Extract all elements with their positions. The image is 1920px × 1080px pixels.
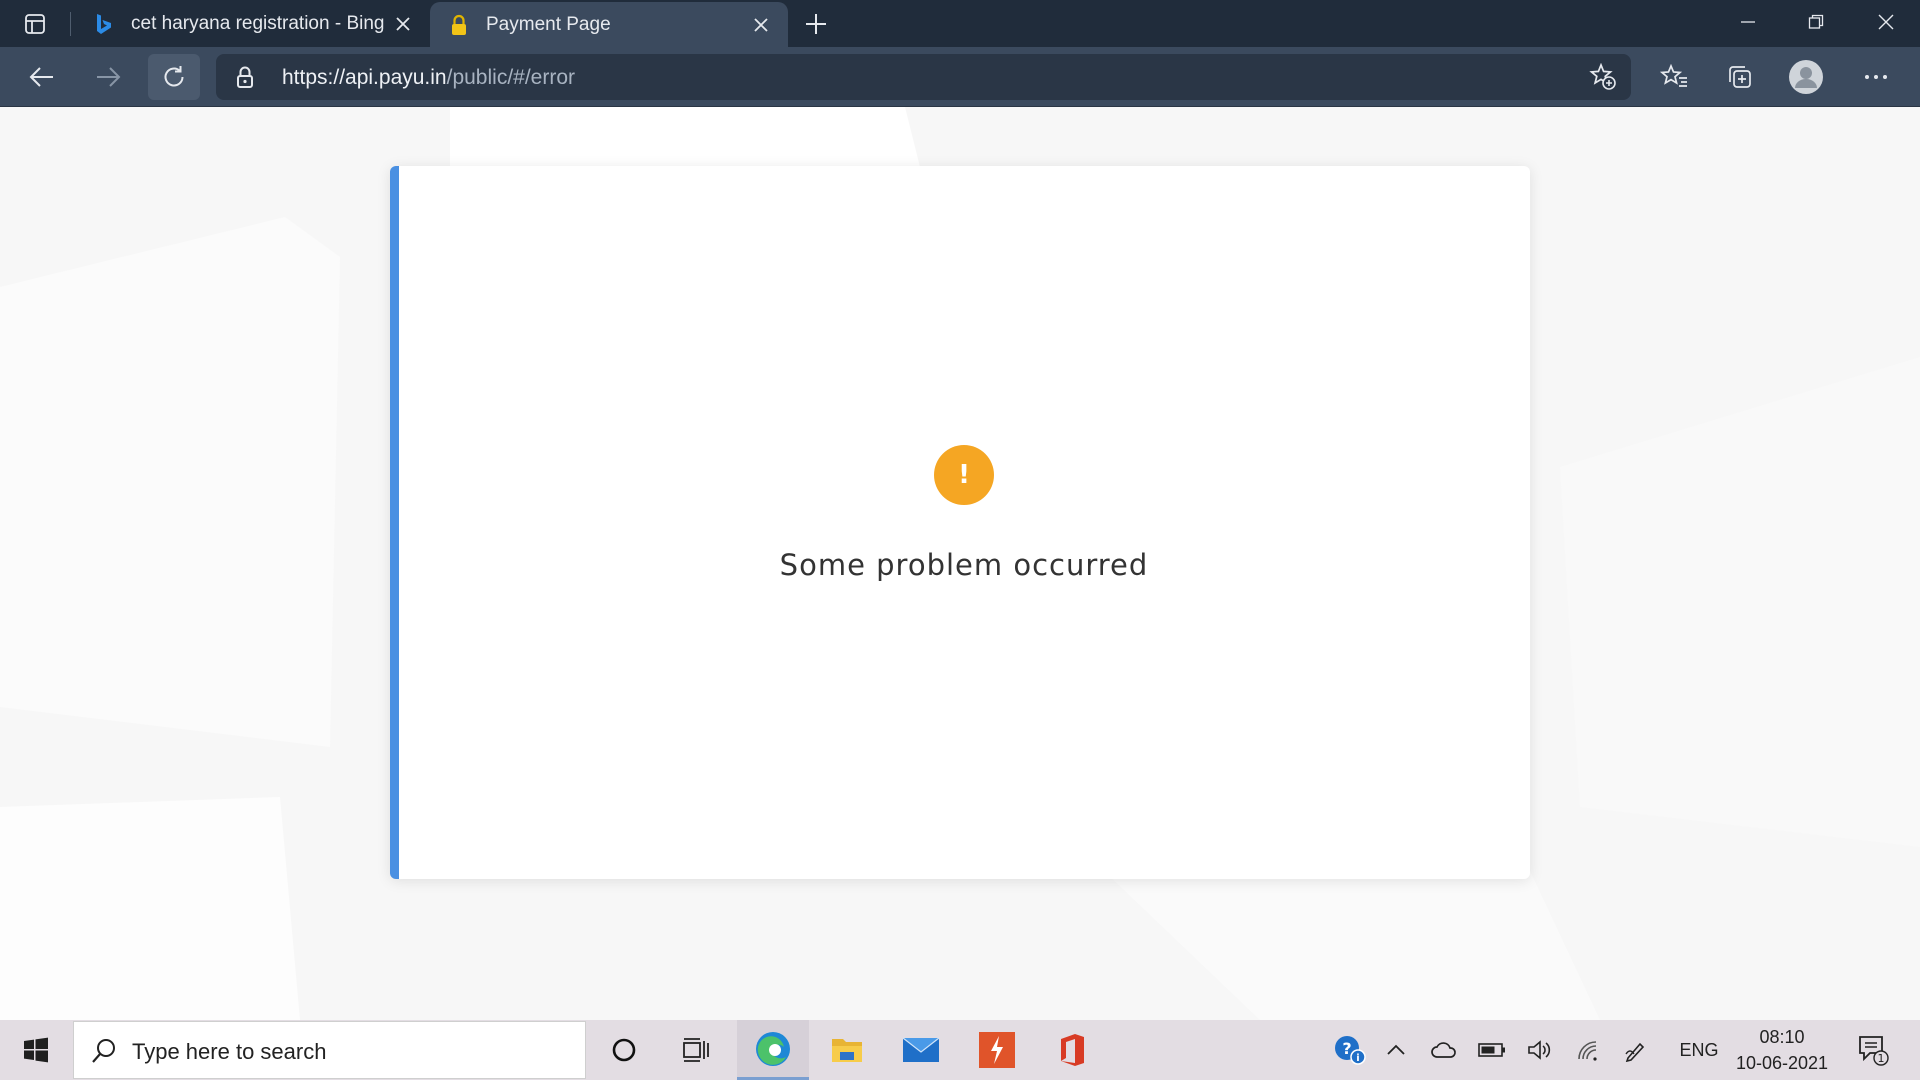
card-accent-bar [390, 166, 399, 879]
taskbar-clock[interactable]: 08:10 10-06-2021 [1734, 1024, 1830, 1078]
edge-icon[interactable] [737, 1020, 809, 1080]
close-tab-icon[interactable] [748, 12, 774, 38]
notification-center-icon[interactable]: 1 [1848, 1020, 1898, 1080]
address-bar[interactable]: https://api.payu.in/public/#/error [216, 54, 1631, 100]
cortana-icon[interactable] [588, 1020, 660, 1080]
new-tab-icon[interactable] [800, 8, 832, 40]
close-tab-icon[interactable] [390, 11, 416, 37]
mail-icon[interactable] [885, 1020, 957, 1080]
error-message: Some problem occurred [779, 548, 1149, 582]
profile-avatar-icon[interactable] [1782, 55, 1830, 99]
url-host: api.payu.in [345, 66, 447, 89]
tab-title: Payment Page [486, 13, 611, 35]
error-card: ! Some problem occurred [390, 166, 1530, 879]
notification-count: 1 [1878, 1052, 1885, 1065]
page-content: ! Some problem occurred [0, 107, 1920, 1020]
add-favorite-icon[interactable] [1589, 63, 1617, 91]
search-icon [90, 1037, 118, 1065]
search-placeholder: Type here to search [132, 1039, 327, 1064]
browser-toolbar: https://api.payu.in/public/#/error [0, 47, 1920, 107]
collections-icon[interactable] [1716, 55, 1764, 99]
windows-taskbar: Type here to search ? i ENG 08:10 10-06-… [0, 1020, 1920, 1080]
minimize-icon[interactable] [1714, 0, 1782, 44]
close-window-icon[interactable] [1852, 0, 1920, 44]
taskbar-search-box[interactable]: Type here to search [73, 1021, 586, 1079]
browser-tab-strip: cet haryana registration - Bing Payment … [0, 0, 1920, 47]
battery-icon[interactable] [1470, 1020, 1514, 1080]
windows-start-icon[interactable] [0, 1020, 72, 1080]
volume-icon[interactable] [1518, 1020, 1562, 1080]
language-indicator[interactable]: ENG [1664, 1020, 1734, 1080]
forward-icon[interactable] [84, 55, 132, 99]
back-icon[interactable] [18, 55, 66, 99]
lock-icon [448, 14, 470, 36]
onedrive-cloud-icon[interactable] [1422, 1020, 1466, 1080]
network-icon[interactable] [1566, 1020, 1610, 1080]
more-options-icon[interactable] [1852, 55, 1900, 99]
file-explorer-icon[interactable] [811, 1020, 883, 1080]
task-view-icon[interactable] [660, 1020, 732, 1080]
pen-workspace-icon[interactable] [1614, 1020, 1658, 1080]
clock-time: 08:10 [1759, 1027, 1805, 1047]
svg-text:?: ? [1342, 1039, 1351, 1058]
svg-text:i: i [1356, 1053, 1359, 1064]
url-scheme: https:// [282, 66, 346, 89]
padlock-icon[interactable] [234, 65, 258, 89]
show-hidden-icons-chevron-icon[interactable] [1378, 1020, 1414, 1080]
url-text[interactable]: https://api.payu.in/public/#/error [282, 66, 575, 90]
clock-date: 10-06-2021 [1735, 1053, 1829, 1073]
tab-payment-page[interactable]: Payment Page [430, 2, 788, 47]
tab-actions-icon[interactable] [14, 8, 56, 40]
office-icon[interactable] [1036, 1020, 1108, 1080]
reload-icon[interactable] [148, 54, 200, 100]
url-path: /public/#/error [446, 66, 575, 89]
warning-icon: ! [934, 445, 994, 505]
tab-separator [70, 12, 71, 36]
help-icon[interactable]: ? i [1326, 1020, 1374, 1080]
swiftkey-icon[interactable] [961, 1020, 1033, 1080]
tab-title: cet haryana registration - Bing [131, 12, 385, 34]
tab-bing[interactable]: cet haryana registration - Bing [75, 0, 430, 47]
bing-icon [93, 13, 115, 35]
favorites-icon[interactable] [1650, 55, 1698, 99]
restore-icon[interactable] [1782, 0, 1850, 44]
